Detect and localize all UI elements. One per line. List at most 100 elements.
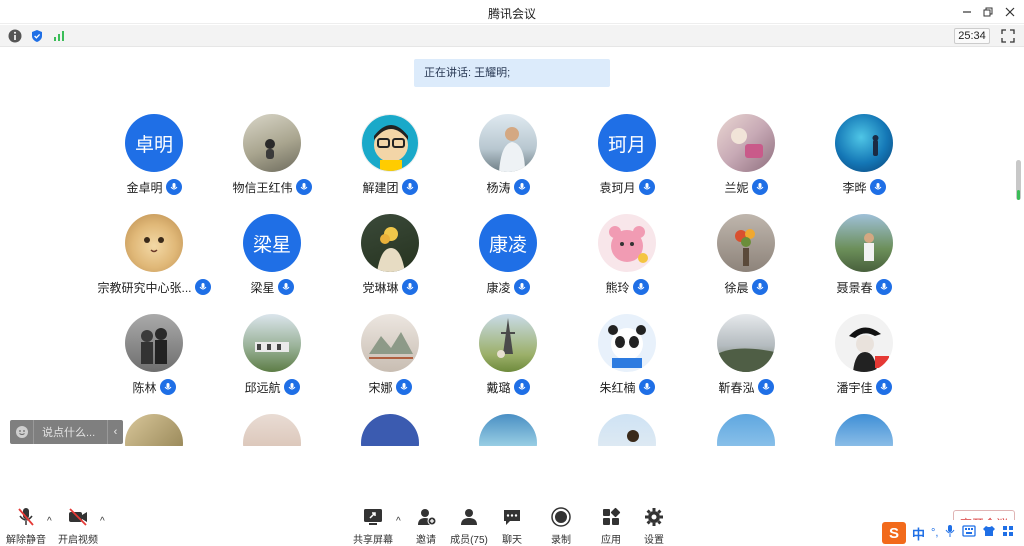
microphone-icon	[869, 179, 886, 195]
participant-name: 聂景春	[836, 280, 873, 295]
ime-skin-shirt-icon[interactable]	[982, 524, 996, 542]
start-video-label: 开启视频	[58, 535, 98, 546]
invite-button[interactable]: 邀请	[403, 506, 449, 546]
avatar	[717, 414, 775, 446]
microphone-icon	[632, 279, 649, 295]
avatar	[125, 214, 183, 272]
camera-off-icon	[66, 506, 90, 528]
audio-options-chevron-icon[interactable]: ^	[47, 516, 52, 527]
participant-tile[interactable]	[805, 414, 923, 446]
microphone-icon	[751, 279, 768, 295]
avatar	[361, 214, 419, 272]
chat-label: 聊天	[502, 535, 522, 546]
avatar	[717, 214, 775, 272]
microphone-icon	[513, 179, 530, 195]
microphone-icon	[159, 379, 176, 395]
chat-quick-input[interactable]: 说点什么... ‹	[10, 420, 123, 444]
avatar	[717, 314, 775, 372]
unmute-label: 解除静音	[6, 535, 46, 546]
microphone-icon	[401, 179, 418, 195]
participant-name: 梁星	[250, 280, 275, 295]
participant-name: 潘宇佳	[836, 380, 873, 395]
avatar	[125, 414, 183, 446]
avatar	[479, 414, 537, 446]
members-button[interactable]: 成员(75)	[446, 506, 492, 546]
ime-punctuation-toggle[interactable]: °,	[931, 527, 938, 539]
participant-name: 戴璐	[486, 380, 511, 395]
participant-tile[interactable]: 李晔	[805, 114, 923, 204]
members-label: 成员(75)	[450, 535, 488, 546]
video-options-chevron-icon[interactable]: ^	[100, 516, 105, 527]
participant-name: 熊玲	[605, 280, 630, 295]
participant-tile[interactable]	[449, 414, 567, 446]
microphone-icon	[295, 179, 312, 195]
apps-button[interactable]: 应用	[588, 506, 634, 546]
participant-name: 袁珂月	[599, 180, 636, 195]
share-options-chevron-icon[interactable]: ^	[396, 516, 401, 527]
avatar	[835, 114, 893, 172]
microphone-icon	[638, 379, 655, 395]
participant-name: 解建团	[362, 180, 399, 195]
apps-label: 应用	[601, 535, 621, 546]
participant-name: 宋娜	[368, 380, 393, 395]
participant-tile[interactable]: 潘宇佳	[805, 314, 923, 404]
speaking-indicator: 正在讲话: 王耀明;	[414, 59, 610, 87]
microphone-icon	[513, 379, 530, 395]
microphone-icon	[401, 279, 418, 295]
ime-microphone-icon[interactable]	[944, 524, 956, 543]
settings-button[interactable]: 设置	[631, 506, 677, 546]
microphone-icon	[875, 279, 892, 295]
ime-keyboard-icon[interactable]	[962, 524, 977, 542]
microphone-icon	[751, 179, 768, 195]
microphone-icon	[283, 379, 300, 395]
avatar	[835, 414, 893, 446]
collapse-chevron-icon[interactable]: ‹	[107, 420, 123, 444]
avatar: 珂月	[598, 114, 656, 172]
ime-tools-icon[interactable]	[1002, 524, 1014, 542]
avatar	[361, 414, 419, 446]
avatar	[361, 314, 419, 372]
participant-name: 靳春泓	[718, 380, 755, 395]
record-icon	[549, 506, 573, 528]
settings-label: 设置	[644, 535, 664, 546]
unmute-button[interactable]: 解除静音	[3, 506, 49, 546]
participant-name: 物信王红伟	[232, 180, 293, 195]
microphone-icon	[395, 379, 412, 395]
avatar	[361, 114, 419, 172]
participant-name: 徐晨	[724, 280, 749, 295]
participant-name: 朱红楠	[599, 380, 636, 395]
sogou-logo-icon[interactable]: S	[882, 522, 906, 544]
avatar	[598, 214, 656, 272]
emoji-icon[interactable]	[10, 420, 34, 444]
ime-language-toggle[interactable]: 中	[912, 524, 925, 543]
avatar	[125, 314, 183, 372]
avatar	[479, 314, 537, 372]
participant-tile[interactable]	[331, 414, 449, 446]
participant-tile[interactable]	[213, 414, 331, 446]
participant-name: 金卓明	[126, 180, 163, 195]
participant-name: 杨涛	[486, 180, 511, 195]
participant-tile[interactable]	[687, 414, 805, 446]
participant-name: 兰妮	[724, 180, 749, 195]
record-label: 录制	[551, 535, 571, 546]
microphone-icon	[757, 379, 774, 395]
record-button[interactable]: 录制	[538, 506, 584, 546]
share-screen-icon	[361, 506, 385, 528]
invite-label: 邀请	[416, 535, 436, 546]
avatar: 卓明	[125, 114, 183, 172]
participant-name: 邱远航	[244, 380, 281, 395]
participant-tile[interactable]	[568, 414, 686, 446]
ime-toolbar: S 中 °,	[880, 520, 1024, 546]
participant-name: 党琳琳	[362, 280, 399, 295]
start-video-button[interactable]: 开启视频	[55, 506, 101, 546]
participant-tile[interactable]: 聂景春	[805, 214, 923, 304]
gear-icon	[642, 506, 666, 528]
microphone-icon	[875, 379, 892, 395]
microphone-icon	[165, 179, 182, 195]
chat-placeholder[interactable]: 说点什么...	[34, 424, 107, 440]
chat-button[interactable]: 聊天	[489, 506, 535, 546]
share-screen-button[interactable]: 共享屏幕	[350, 506, 396, 546]
avatar	[479, 114, 537, 172]
microphone-muted-icon	[14, 506, 38, 528]
meeting-window: 腾讯会议 25:34 卓明 金卓明 物信王红伟 解建团 杨涛 珂月 袁珂月 兰妮…	[0, 0, 1024, 546]
